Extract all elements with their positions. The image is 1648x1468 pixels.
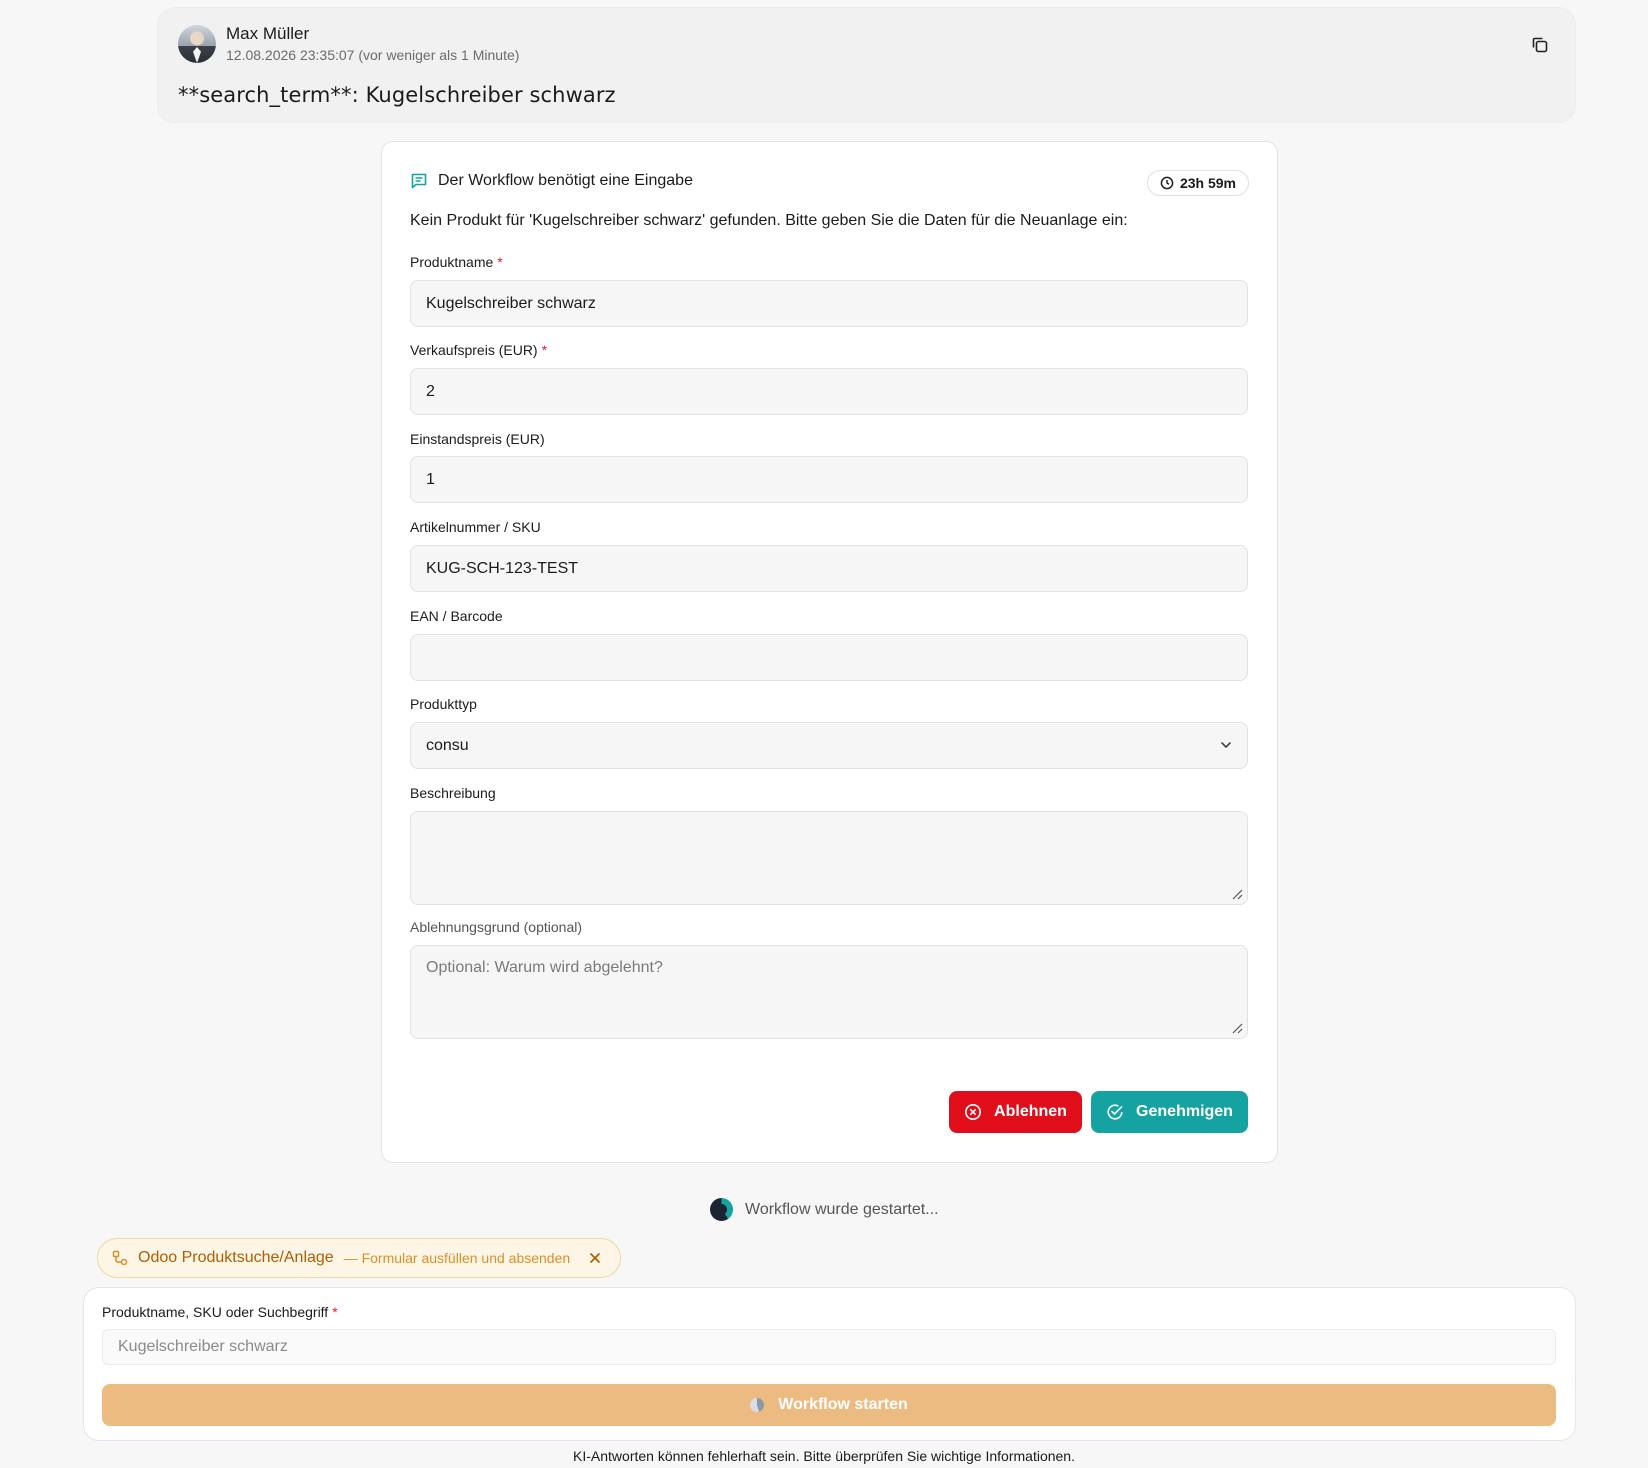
resize-handle-icon[interactable]: [1231, 888, 1243, 900]
ean-label: EAN / Barcode: [410, 608, 503, 624]
sku-input[interactable]: KUG-SCH-123-TEST: [410, 545, 1248, 592]
cost-price-input[interactable]: 1: [410, 456, 1248, 503]
reject-button[interactable]: Ablehnen: [949, 1091, 1082, 1133]
reject-reason-label: Ablehnungsgrund (optional): [410, 919, 583, 935]
workflow-status-text: Workflow wurde gestartet...: [745, 1200, 939, 1218]
sale-price-label: Verkaufspreis (EUR) *: [410, 342, 547, 358]
search-term-label: Produktname, SKU oder Suchbegriff *: [102, 1304, 338, 1320]
product-name-label: Produktname *: [410, 254, 503, 270]
message-timestamp: 12.08.2026 23:35:07 (vor weniger als 1 M…: [226, 47, 520, 63]
workflow-description: Kein Produkt für 'Kugelschreiber schwarz…: [410, 212, 1128, 229]
loading-spinner-icon: [750, 1398, 765, 1412]
required-marker: *: [497, 254, 503, 270]
reject-reason-placeholder: Optional: Warum wird abgelehnt?: [426, 959, 663, 976]
message-square-icon: [411, 173, 427, 189]
approve-button[interactable]: Genehmigen: [1091, 1091, 1248, 1133]
sku-label: Artikelnummer / SKU: [410, 519, 541, 535]
start-workflow-button[interactable]: Workflow starten: [102, 1384, 1556, 1426]
workflow-chip-subtitle: — Formular ausfüllen und absenden: [343, 1250, 571, 1266]
search-term-label-text: Produktname, SKU oder Suchbegriff: [102, 1304, 329, 1320]
cost-price-label: Einstandspreis (EUR): [410, 431, 545, 447]
timer-badge: 23h 59m: [1146, 170, 1249, 196]
product-type-value: consu: [426, 736, 469, 754]
workflow-heading-text: Der Workflow benötigt eine Eingabe: [438, 172, 693, 189]
reject-reason-textarea[interactable]: Optional: Warum wird abgelehnt?: [410, 945, 1248, 1039]
loading-spinner-icon: [710, 1198, 733, 1221]
user-message-card: Max Müller 12.08.2026 23:35:07 (vor weni…: [157, 7, 1576, 123]
workflow-input-card: Der Workflow benötigt eine Eingabe 23h 5…: [381, 141, 1278, 1163]
copy-button[interactable]: [1527, 32, 1553, 58]
required-marker: *: [541, 342, 548, 358]
description-textarea[interactable]: [410, 811, 1248, 905]
workflow-heading: Der Workflow benötigt eine Eingabe: [410, 172, 693, 190]
search-term-input[interactable]: Kugelschreiber schwarz: [102, 1329, 1556, 1365]
chevron-down-icon: [1221, 742, 1231, 748]
x-circle-icon: [965, 1104, 982, 1120]
start-workflow-button-label: Workflow starten: [778, 1396, 908, 1413]
ai-disclaimer: KI-Antworten können fehlerhaft sein. Bit…: [573, 1448, 1075, 1464]
message-author: Max Müller: [226, 24, 310, 43]
workflow-status: Workflow wurde gestartet...: [710, 1198, 939, 1221]
workflow-icon: [112, 1250, 128, 1266]
required-marker: *: [332, 1304, 338, 1320]
workflow-chip-title: Odoo Produktsuche/Anlage: [138, 1249, 334, 1266]
product-name-input[interactable]: Kugelschreiber schwarz: [410, 280, 1248, 327]
message-text: **search_term**: Kugelschreiber schwarz: [178, 83, 616, 107]
workflow-start-form: Produktname, SKU oder Suchbegriff * Kugel…: [83, 1287, 1576, 1441]
sale-price-input[interactable]: 2: [410, 368, 1248, 415]
approve-button-label: Genehmigen: [1136, 1103, 1233, 1120]
close-icon: [590, 1253, 601, 1263]
check-circle-icon: [1107, 1104, 1123, 1120]
avatar: [178, 25, 216, 63]
copy-icon: [1532, 37, 1548, 53]
timer-text: 23h 59m: [1179, 175, 1236, 191]
product-name-label-text: Produktname: [410, 254, 494, 270]
workflow-chip: Odoo Produktsuche/Anlage — Formular ausf…: [97, 1238, 622, 1278]
product-type-select[interactable]: consu: [410, 722, 1248, 769]
product-type-label: Produkttyp: [410, 696, 477, 712]
page: Max Müller 12.08.2026 23:35:07 (vor weni…: [0, 0, 1648, 1468]
ean-input[interactable]: [410, 634, 1248, 681]
sale-price-label-text: Verkaufspreis (EUR): [410, 342, 538, 358]
resize-handle-icon[interactable]: [1231, 1022, 1243, 1034]
clock-icon: [1160, 176, 1174, 190]
reject-button-label: Ablehnen: [994, 1103, 1067, 1120]
description-label: Beschreibung: [410, 785, 496, 801]
close-chip-button[interactable]: [588, 1251, 602, 1265]
